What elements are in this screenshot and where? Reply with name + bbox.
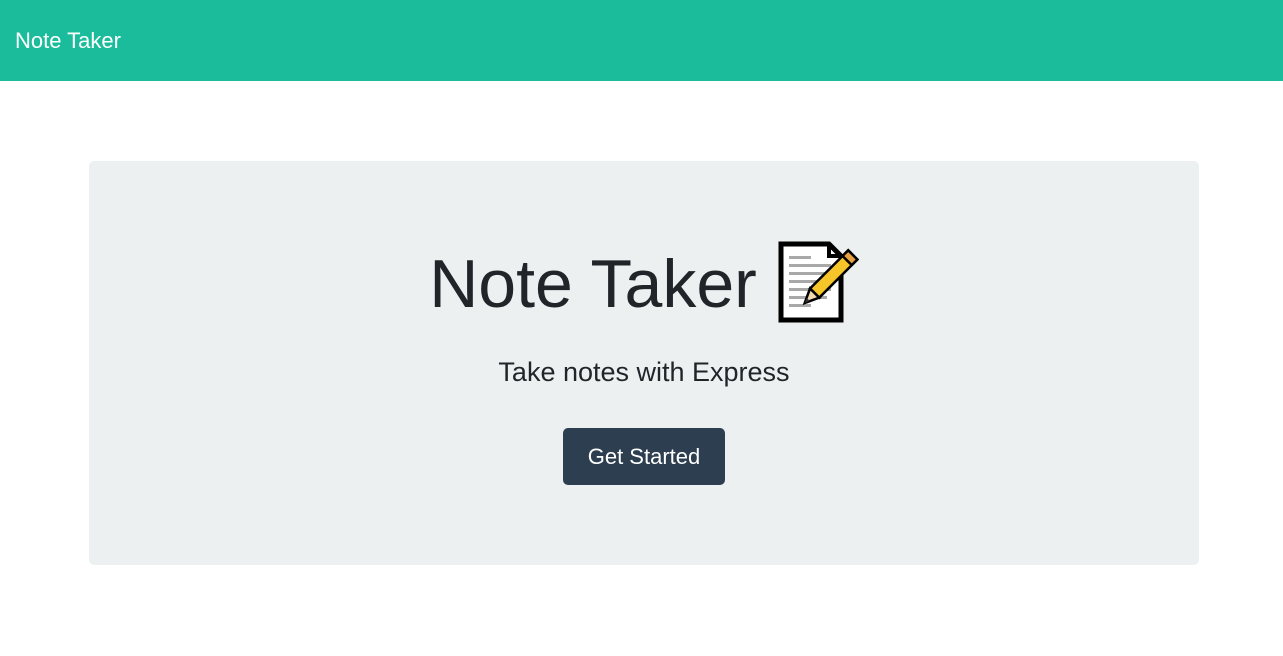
get-started-button[interactable]: Get Started <box>563 428 725 485</box>
top-navbar: Note Taker <box>0 0 1283 81</box>
hero-subtitle: Take notes with Express <box>498 357 790 387</box>
navbar-brand-link[interactable]: Note Taker <box>15 28 121 54</box>
hero-title-text: Note Taker <box>429 246 757 322</box>
hero-panel: Note Taker Take notes with Express Get S… <box>89 161 1199 565</box>
memo-icon <box>775 240 859 324</box>
hero-title: Note Taker <box>89 239 1199 329</box>
